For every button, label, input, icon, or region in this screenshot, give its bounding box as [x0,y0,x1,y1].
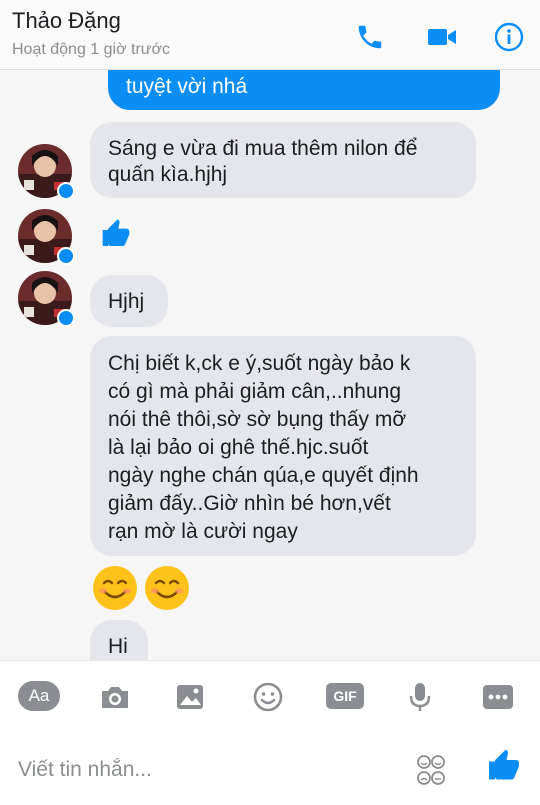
camera-icon[interactable] [95,679,135,715]
composer-toolbar: Aa GIF [0,660,540,732]
message-line: Sáng e vừa đi mua thêm nilon để [108,137,418,160]
gallery-icon[interactable] [170,679,210,715]
like-thumb-icon[interactable] [100,218,132,255]
message-line: ngày nghe chán qúa,e quyết định [108,464,419,487]
message-line: quấn kìa.hjhj [108,163,228,186]
more-icon[interactable] [478,679,518,715]
emoji-picker-icon[interactable] [416,754,446,786]
sticker-icon[interactable] [248,679,288,715]
message-text: tuyệt vời nhá [126,75,248,98]
contact-name[interactable]: Thảo Đặng [12,8,121,34]
microphone-icon[interactable] [400,679,440,715]
text-format-button[interactable]: Aa [18,681,60,711]
message-line: nói thê thôi,sờ sờ bụng thấy mỡ [108,408,407,431]
incoming-message[interactable]: Hi [90,620,148,660]
phone-icon[interactable] [353,20,387,54]
outgoing-message[interactable]: tuyệt vời nhá [108,70,500,110]
message-input[interactable] [18,754,398,786]
active-status: Hoạt động 1 giờ trước [12,41,170,58]
conversation-header: Thảo Đặng Hoạt động 1 giờ trước [0,0,540,70]
info-icon[interactable] [492,20,526,54]
like-thumb-icon [489,749,519,780]
incoming-message[interactable]: Chị biết k,ck e ý,suốt ngày bảo k có gì … [90,336,476,556]
message-line: rạn mờ là cười ngay [108,520,298,543]
like-send-button[interactable] [486,748,522,784]
messenger-badge-icon [57,247,75,265]
message-list[interactable]: tuyệt vời nhá Sáng e vừa đi mua thêm nil… [0,70,540,660]
incoming-message[interactable]: Sáng e vừa đi mua thêm nilon để quấn kìa… [90,122,476,198]
incoming-message[interactable]: Hjhj [90,275,168,327]
message-line: giảm đấy..Giờ nhìn bé hơn,vết [108,492,391,515]
message-composer [0,732,540,805]
smiling-face-emoji-icon[interactable] [143,564,191,612]
messenger-badge-icon [57,309,75,327]
message-text: Hjhj [108,290,145,313]
message-line: là lại bảo oi ghê thế.hjc.suốt [108,436,369,459]
message-text: Hi [108,635,128,658]
message-line: có gì mà phải giảm cân,..nhung [108,380,402,403]
message-line: Chị biết k,ck e ý,suốt ngày bảo k [108,352,411,375]
messenger-badge-icon [57,182,75,200]
video-camera-icon[interactable] [425,20,459,54]
smiling-face-emoji-icon[interactable] [91,564,139,612]
gif-icon[interactable]: GIF [326,683,364,709]
